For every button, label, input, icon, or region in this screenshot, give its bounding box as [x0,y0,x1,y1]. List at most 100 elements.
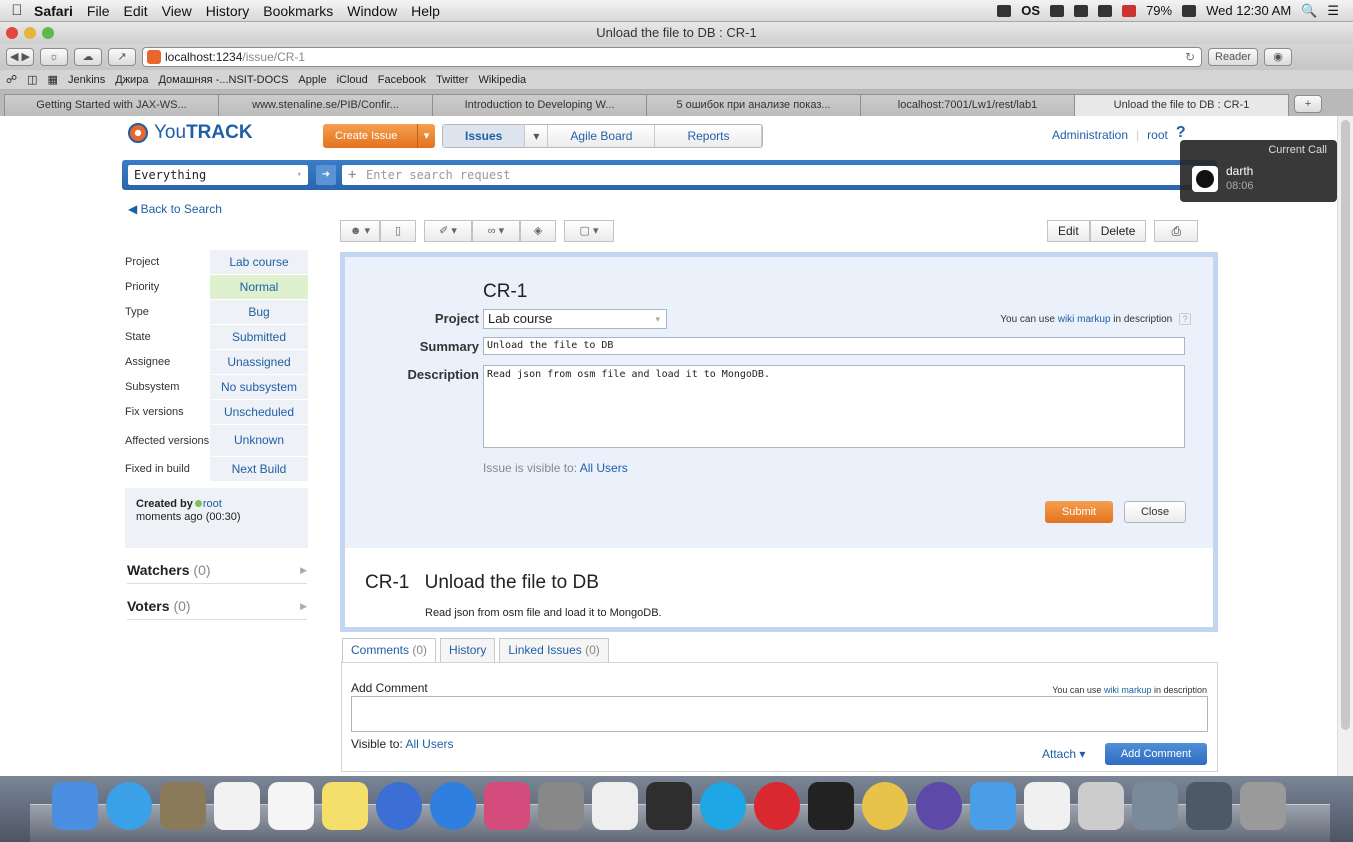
apple-menu-icon[interactable]:  [0,2,34,19]
history-icon[interactable]: ☼ [40,48,68,66]
terminal-icon[interactable] [808,782,854,830]
textedit-icon[interactable] [592,782,638,830]
reload-icon[interactable]: ↻ [1185,50,1195,64]
bookmark-apple[interactable]: Apple [298,74,326,86]
field-value-project[interactable]: Lab course [210,250,308,274]
system-preferences-icon[interactable] [538,782,584,830]
menu-file[interactable]: File [87,3,110,19]
chevron-down-icon[interactable]: ▾ [417,124,435,148]
share-icon[interactable]: ↗ [108,48,136,66]
minimize-window-icon[interactable] [24,27,36,39]
attach-icon[interactable]: ✐ ▾ [424,220,472,242]
project-select[interactable]: Lab course ▾ [483,309,667,329]
volume-icon[interactable] [1098,4,1113,17]
activity-monitor-icon[interactable] [646,782,692,830]
attach-dropdown[interactable]: Attach ▾ [1042,747,1085,761]
menu-view[interactable]: View [162,3,192,19]
nav-reports[interactable]: Reports [655,125,763,147]
tag-icon[interactable]: ◈ [520,220,556,242]
help-icon[interactable]: ? [1179,313,1191,325]
status-os-icon[interactable]: OS [1021,3,1040,18]
close-button[interactable]: Close [1124,501,1186,523]
close-window-icon[interactable] [6,27,18,39]
menu-window[interactable]: Window [347,3,397,19]
browser-tab[interactable]: Introduction to Developing W... [432,94,647,116]
battery-icon[interactable] [1182,4,1197,17]
bookmark-home[interactable]: Домашняя -...NSIT-DOCS [158,74,288,86]
window-icon[interactable] [1078,782,1124,830]
nav-issues[interactable]: Issues [443,125,526,147]
downloads-icon[interactable]: ◉ [1264,48,1293,66]
page-scrollbar[interactable] [1337,116,1353,776]
wifi-icon[interactable] [1074,4,1089,17]
skype-icon[interactable] [700,782,746,830]
bookmark-icloud[interactable]: iCloud [337,74,368,86]
search-go-icon[interactable]: ➜ [316,165,336,185]
spotlight-icon[interactable]: 🔍 [1301,3,1317,19]
safari-icon[interactable] [106,782,152,830]
icloud-tabs-icon[interactable]: ☁ [74,48,102,66]
current-call-popup[interactable]: Current Call darth 08:06 [1180,140,1337,202]
create-issue-button[interactable]: Create Issue ▾ [323,124,435,148]
intellij-icon[interactable] [484,782,530,830]
menu-edit[interactable]: Edit [123,3,147,19]
plus-icon[interactable]: + [348,165,356,185]
bookmark-facebook[interactable]: Facebook [378,74,426,86]
address-bar[interactable]: localhost:1234/issue/CR-1 ↻ [142,47,1202,67]
search-input[interactable]: + Enter search request ▾ [342,165,1212,185]
assign-user-icon[interactable]: ☻ ▾ [340,220,380,242]
stickies-icon[interactable] [322,782,368,830]
field-value-fix-versions[interactable]: Unscheduled [210,400,308,424]
visibility-link[interactable]: All Users [405,737,453,751]
add-comment-button[interactable]: Add Comment [1105,743,1207,765]
bookmark-wikipedia[interactable]: Wikipedia [478,74,526,86]
bookmark-twitter[interactable]: Twitter [436,74,468,86]
tab-history[interactable]: History [440,638,496,662]
battery-percent[interactable]: 79% [1146,3,1172,18]
menu-bookmarks[interactable]: Bookmarks [263,3,333,19]
document-icon[interactable] [1024,782,1070,830]
nav-agile-board[interactable]: Agile Board [548,125,656,147]
search-scope-select[interactable]: Everything ▾ [128,165,308,185]
watchers-section[interactable]: Watchers (0) ▶ [127,562,307,584]
zoom-window-icon[interactable] [42,27,54,39]
window2-icon[interactable] [1132,782,1178,830]
browser-tab[interactable]: localhost:7001/Lw1/rest/lab1 [860,94,1075,116]
youtrack-logo[interactable]: You TRACK [128,122,253,144]
finder-icon[interactable] [52,782,98,830]
wiki-markup-link[interactable]: wiki markup [1058,314,1111,325]
browser-tab[interactable]: 5 ошибок при анализе показ... [646,94,861,116]
reading-list-icon[interactable]: ☍ [6,73,17,86]
back-forward-icon[interactable]: ◀ ▶ [6,48,34,66]
field-value-affected-versions[interactable]: Unknown [210,425,308,456]
issues-dropdown-icon[interactable]: ▾ [525,125,549,147]
time-machine-icon[interactable] [1050,4,1065,17]
top-sites-icon[interactable]: ▦ [48,73,58,86]
link-icon[interactable]: ∞ ▾ [472,220,520,242]
browser-tab-active[interactable]: Unload the file to DB : CR-1 [1074,94,1289,116]
field-value-assignee[interactable]: Unassigned [210,350,308,374]
menu-help[interactable]: Help [411,3,440,19]
edit-button[interactable]: Edit [1047,220,1090,242]
chrome-icon[interactable] [862,782,908,830]
new-tab-icon[interactable]: + [1294,95,1322,113]
tab-linked-issues[interactable]: Linked Issues (0) [499,638,609,662]
bookmark-jenkins[interactable]: Jenkins [68,74,105,86]
scrollbar-thumb[interactable] [1341,120,1350,730]
flag-icon[interactable] [1122,4,1137,17]
back-to-search-link[interactable]: ◀ Back to Search [128,202,222,216]
status-lightning-icon[interactable] [997,4,1012,17]
description-textarea[interactable]: Read json from osm file and load it to M… [483,365,1185,448]
field-value-fixed-in-build[interactable]: Next Build [210,457,308,481]
clock[interactable]: Wed 12:30 AM [1206,3,1291,18]
tab-comments[interactable]: Comments (0) [342,638,437,662]
window3-icon[interactable] [1186,782,1232,830]
field-value-type[interactable]: Bug [210,300,308,324]
browser-tab[interactable]: Getting Started with JAX-WS... [4,94,219,116]
created-by-user[interactable]: root [203,498,222,510]
trash-icon[interactable] [1240,782,1286,830]
app-menu[interactable]: Safari [34,3,73,19]
mail-icon[interactable] [970,782,1016,830]
print-icon[interactable]: ⎙ [1154,220,1199,242]
wiki-markup-link[interactable]: wiki markup [1104,685,1152,695]
